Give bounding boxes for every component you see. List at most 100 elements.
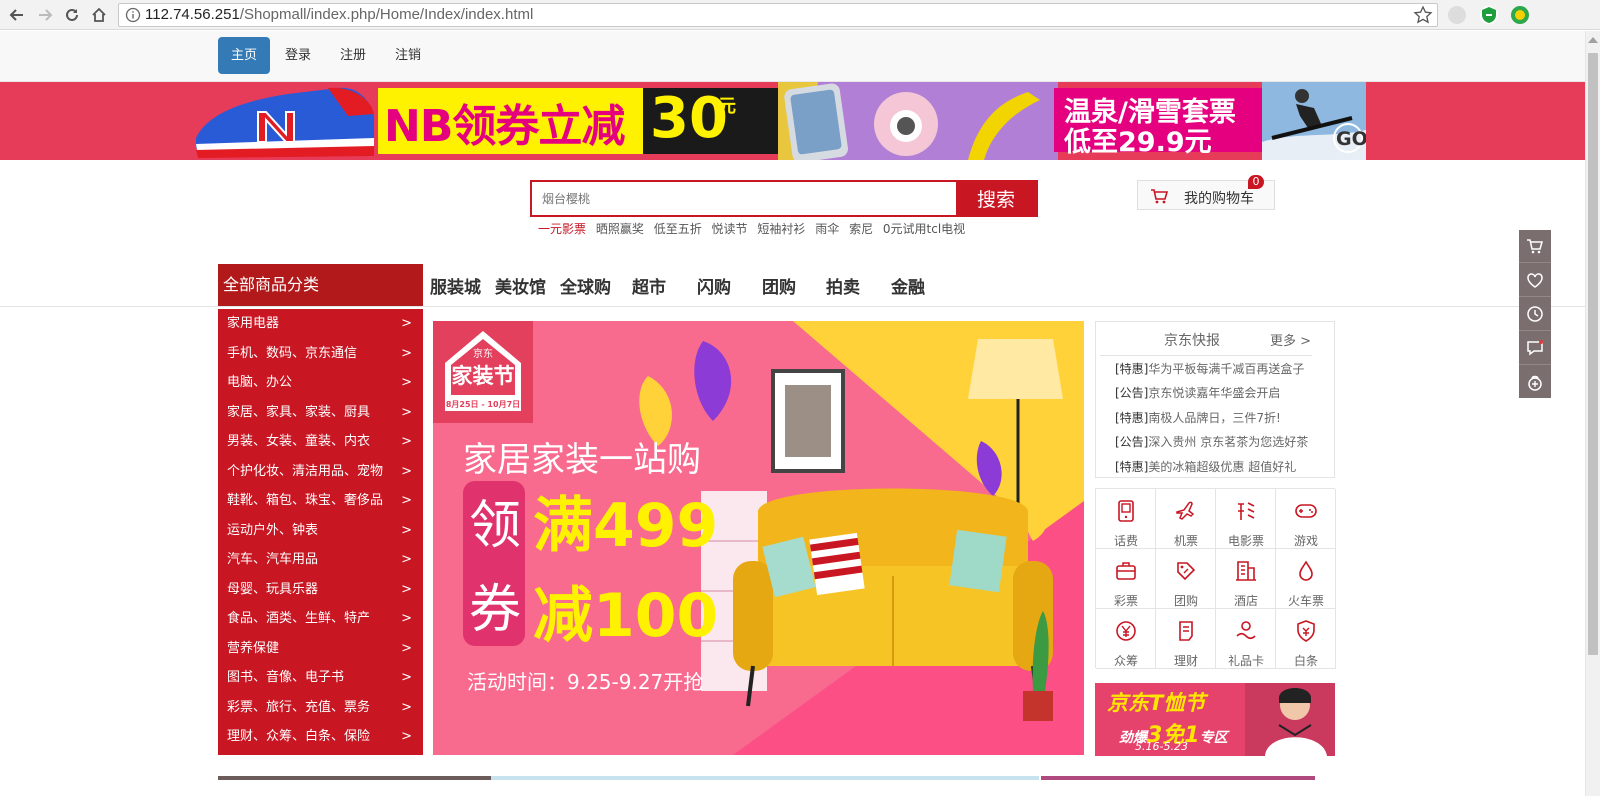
category-item[interactable]: 鞋靴、箱包、珠宝、奢侈品 > xyxy=(218,486,423,515)
adblock-shield-icon[interactable] xyxy=(1480,6,1498,24)
service-group-buy[interactable]: 团购 xyxy=(1156,549,1216,609)
category-item[interactable]: 营养保健 > xyxy=(218,634,423,663)
nav-home-link[interactable]: 主页 xyxy=(218,37,270,74)
category-item[interactable]: 手机、数码、京东通信 > xyxy=(218,339,423,368)
scroll-up-arrow-icon[interactable] xyxy=(1588,37,1598,43)
banner-go-text: GO xyxy=(1336,128,1366,150)
category-item[interactable]: 食品、酒类、生鲜、特产 > xyxy=(218,604,423,633)
top-banner-ad[interactable]: NB领券立减 30 元 温泉/滑雪套票 低至29.9元 GO xyxy=(0,82,1585,160)
service-flight[interactable]: 机票 xyxy=(1156,489,1216,549)
channel-link[interactable]: 全球购 xyxy=(560,273,611,298)
back-arrow-icon[interactable] xyxy=(6,4,28,26)
hotword-link[interactable]: 雨伞 xyxy=(815,222,839,236)
next-section-strip xyxy=(218,776,491,780)
banner-nb-amount: 30 xyxy=(650,86,728,151)
news-more-link[interactable]: 更多 > xyxy=(1270,330,1311,349)
category-item[interactable]: 彩票、旅行、充值、票务 > xyxy=(218,693,423,722)
category-item[interactable]: 图书、音像、电子书 > xyxy=(218,663,423,692)
home-icon[interactable] xyxy=(88,4,110,26)
extension-coin-icon[interactable] xyxy=(1511,6,1529,24)
all-categories-heading[interactable]: 全部商品分类 xyxy=(218,264,423,306)
news-item[interactable]: [特惠]美的冰箱超级优惠 超值好礼 xyxy=(1115,458,1296,475)
nav-logout-link[interactable]: 注销 xyxy=(390,37,426,74)
side-cart-button[interactable] xyxy=(1519,230,1551,263)
category-item[interactable]: 电脑、办公 > xyxy=(218,368,423,397)
hotword-link[interactable]: 索尼 xyxy=(849,222,873,236)
next-section-strip xyxy=(1041,776,1315,780)
info-icon[interactable] xyxy=(125,7,141,23)
badge-brand: 京东 xyxy=(473,347,493,360)
news-divider xyxy=(1100,355,1312,356)
side-favorites-button[interactable] xyxy=(1519,264,1551,297)
top-navbar: 主页 登录 注册 注销 xyxy=(0,31,1585,82)
service-crowdfunding[interactable]: 众筹 xyxy=(1096,609,1156,669)
services-grid: 话费 机票 电影票 游戏 彩票 团购 酒店 火车票 众筹 理财 礼品卡 白条 xyxy=(1095,488,1336,669)
hotword-link[interactable]: 晒照赢奖 xyxy=(596,222,644,236)
floating-side-toolbar xyxy=(1519,230,1551,398)
hotword-link[interactable]: 一元影票 xyxy=(538,222,586,236)
hotword-link[interactable]: 低至五折 xyxy=(654,222,702,236)
news-title: 京东快报 xyxy=(1164,333,1220,349)
side-chat-button[interactable] xyxy=(1519,332,1551,365)
category-item[interactable]: 汽车、汽车用品 > xyxy=(218,545,423,574)
nav-divider xyxy=(0,306,1585,307)
page-scrollbar[interactable] xyxy=(1585,31,1600,796)
nav-register-link[interactable]: 注册 xyxy=(335,37,371,74)
search-input[interactable] xyxy=(534,183,954,214)
nav-login-link[interactable]: 登录 xyxy=(280,37,316,74)
service-lottery[interactable]: 彩票 xyxy=(1096,549,1156,609)
side-gift-button[interactable] xyxy=(1519,366,1551,399)
badge-date: 8月25日 - 10月7日 xyxy=(446,400,520,409)
extension-icon[interactable] xyxy=(1448,6,1466,24)
news-item[interactable]: [公告]京东悦读嘉年华盛会开启 xyxy=(1115,384,1280,401)
search-button[interactable]: 搜索 xyxy=(956,182,1036,215)
service-credit[interactable]: 白条 xyxy=(1276,609,1336,669)
side-history-button[interactable] xyxy=(1519,298,1551,331)
channel-link[interactable]: 服装城 xyxy=(430,273,481,298)
news-item[interactable]: [特惠]华为平板每满千减百再送盒子 xyxy=(1115,360,1304,377)
news-item[interactable]: [公告]深入贵州 京东茗茶为您选好茶 xyxy=(1115,433,1308,450)
url-text: 112.74.56.251/Shopmall/index.php/Home/In… xyxy=(145,6,534,23)
banner-nb-text: NB领券立减 xyxy=(384,101,625,152)
service-finance[interactable]: 理财 xyxy=(1156,609,1216,669)
service-train[interactable]: 火车票 xyxy=(1276,549,1336,609)
hotword-link[interactable]: 0元试用tcl电视 xyxy=(883,222,965,236)
banner-nb-unit: 元 xyxy=(718,96,736,117)
service-phone-bill[interactable]: 话费 xyxy=(1096,489,1156,549)
channel-link[interactable]: 闪购 xyxy=(697,273,731,298)
category-item[interactable]: 母婴、玩具乐器 > xyxy=(218,575,423,604)
tshirt-festival-promo[interactable]: 京东T恤节 劲爆3免1专区 5.16-5.23 xyxy=(1095,683,1335,756)
service-movie[interactable]: 电影票 xyxy=(1216,489,1276,549)
forward-arrow-icon[interactable] xyxy=(34,4,56,26)
address-bar[interactable]: 112.74.56.251/Shopmall/index.php/Home/In… xyxy=(118,3,1438,27)
hotword-link[interactable]: 短袖衬衫 xyxy=(757,222,805,236)
bookmark-star-icon[interactable] xyxy=(1413,5,1433,25)
slide-offer-1: 满499 xyxy=(533,491,718,561)
phone-bill-icon xyxy=(1118,500,1134,522)
news-item[interactable]: [特惠]南极人品牌日，三件7折! xyxy=(1115,409,1281,426)
service-gift-card[interactable]: 礼品卡 xyxy=(1216,609,1276,669)
channel-link[interactable]: 拍卖 xyxy=(826,273,860,298)
channel-link[interactable]: 金融 xyxy=(891,273,925,298)
channel-link[interactable]: 团购 xyxy=(762,273,796,298)
category-item[interactable]: 男装、女装、童装、内衣 > xyxy=(218,427,423,456)
category-item[interactable]: 家居、家具、家装、厨具 > xyxy=(218,398,423,427)
crowdfunding-icon xyxy=(1116,621,1136,641)
channel-link[interactable]: 超市 xyxy=(632,273,666,298)
cart-label: 我的购物车 xyxy=(1184,191,1254,207)
chat-icon xyxy=(1527,340,1543,356)
main-carousel-slide[interactable]: 京东 家装节 8月25日 - 10月7日 家居家装一站购 领 券 满499 减1… xyxy=(433,321,1084,755)
hotword-link[interactable]: 悦读节 xyxy=(712,222,748,236)
channel-link[interactable]: 美妆馆 xyxy=(495,273,546,298)
shopping-cart-icon xyxy=(1151,189,1168,204)
reload-icon[interactable] xyxy=(61,4,83,26)
lottery-icon xyxy=(1116,562,1136,580)
category-item[interactable]: 理财、众筹、白条、保险 > xyxy=(218,722,423,751)
category-item[interactable]: 家用电器 > xyxy=(218,309,423,338)
scrollbar-thumb[interactable] xyxy=(1588,53,1598,655)
service-game[interactable]: 游戏 xyxy=(1276,489,1336,549)
category-item[interactable]: 个护化妆、清洁用品、宠物 > xyxy=(218,457,423,486)
category-item[interactable]: 运动户外、钟表 > xyxy=(218,516,423,545)
service-hotel[interactable]: 酒店 xyxy=(1216,549,1276,609)
hotel-icon xyxy=(1236,561,1256,581)
